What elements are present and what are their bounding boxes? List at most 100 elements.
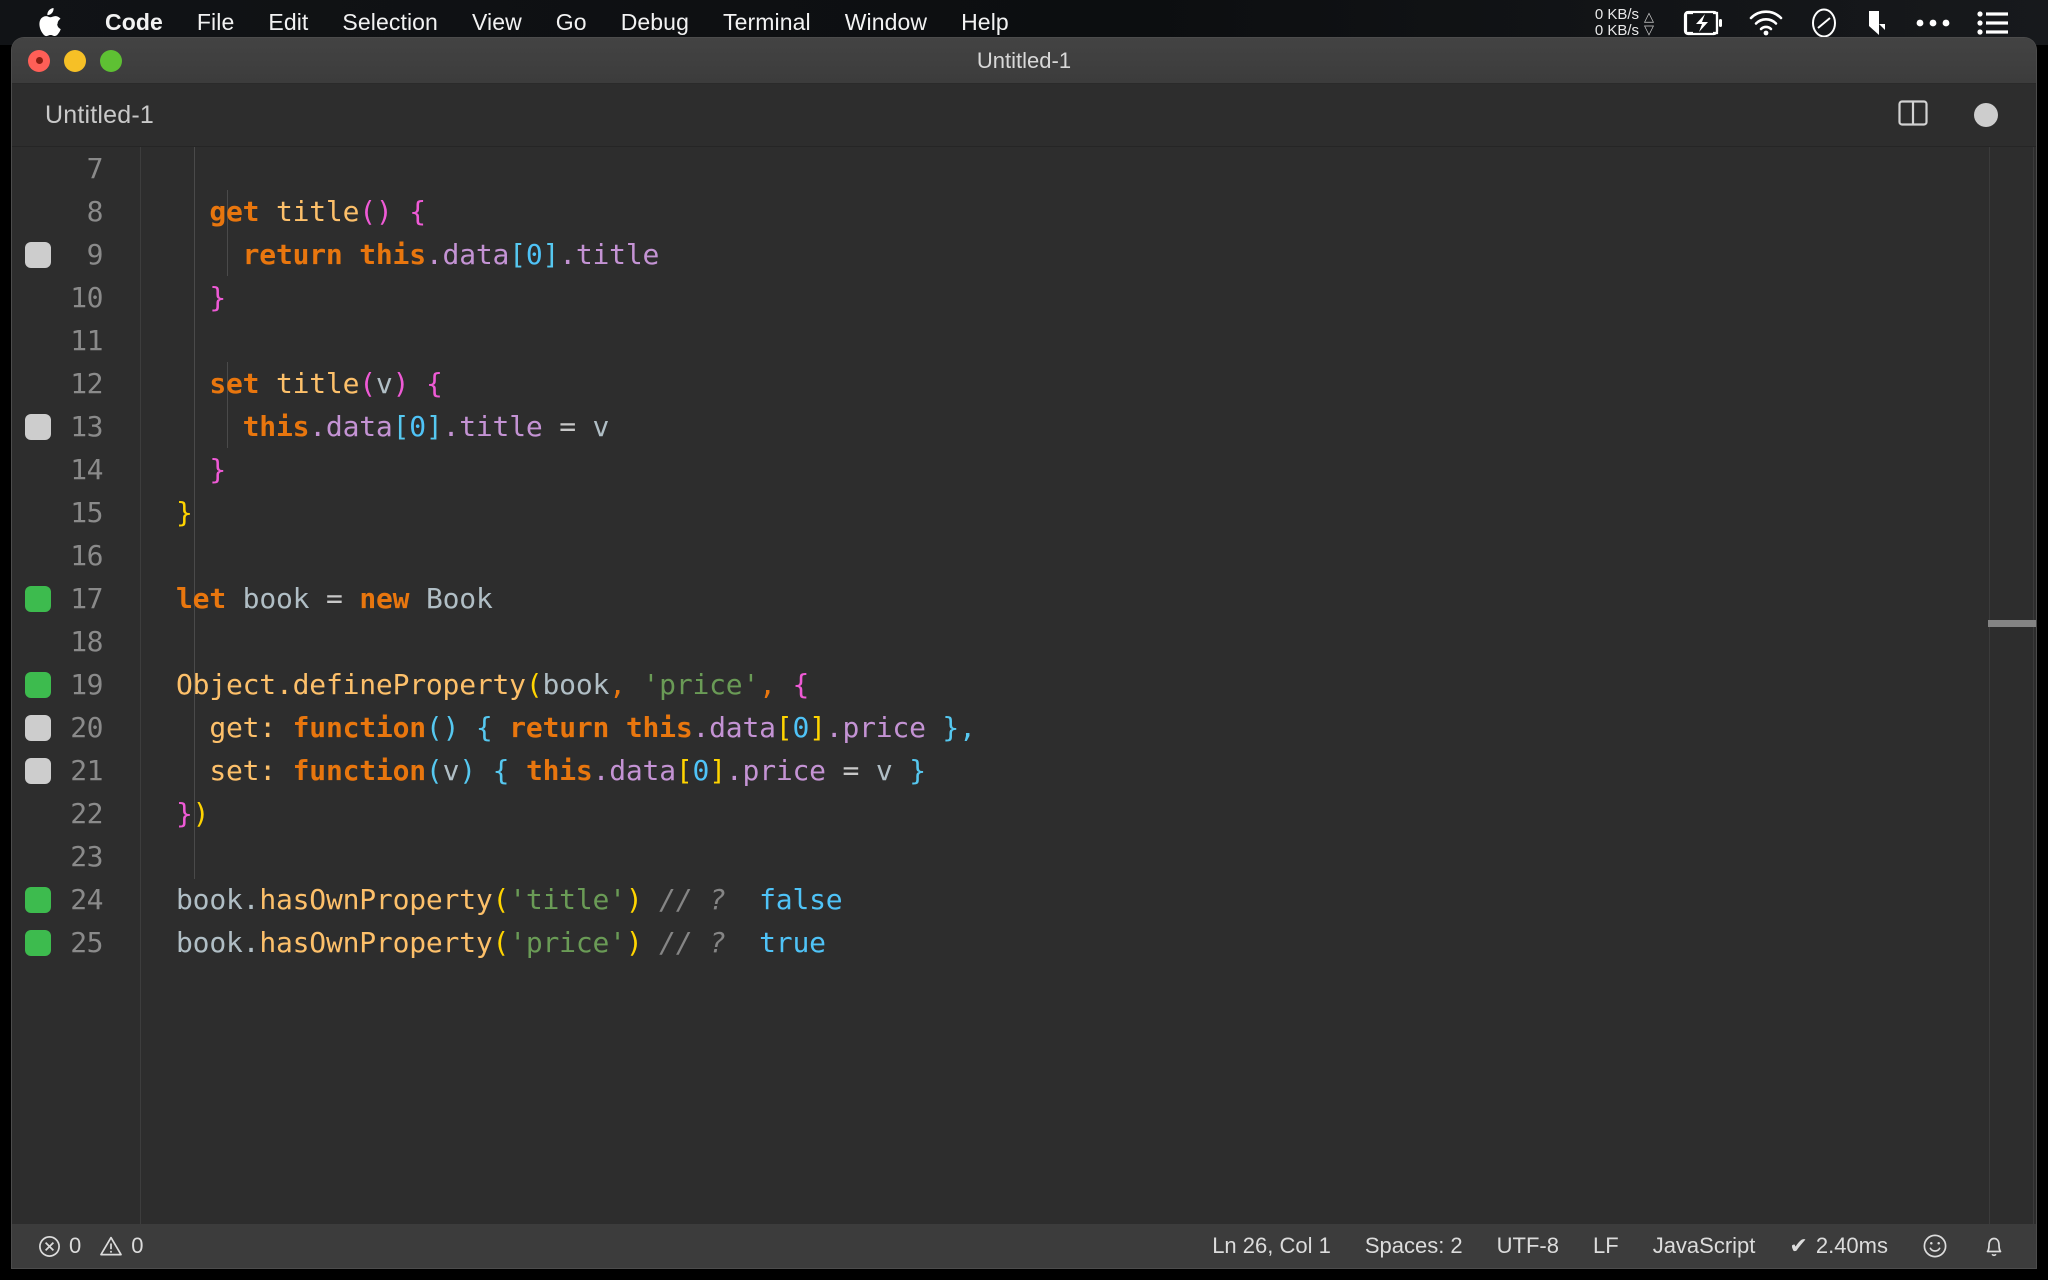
line-content: this.data[0].title = v xyxy=(176,410,610,443)
quokka-runtime-status[interactable]: ✔ 2.40ms xyxy=(1789,1233,1888,1259)
tab-untitled-1[interactable]: Untitled-1 xyxy=(12,101,154,130)
line-content: let book = new Book xyxy=(176,582,493,615)
code-line[interactable]: 11 xyxy=(12,319,2036,362)
menu-item-go[interactable]: Go xyxy=(539,9,604,36)
status-bar-left: 0 0 xyxy=(12,1233,144,1259)
zoom-button[interactable] xyxy=(100,49,122,72)
line-content: book.hasOwnProperty('price') // ? true xyxy=(176,926,826,959)
gutter-marker-added[interactable] xyxy=(25,886,51,913)
dropbox-icon[interactable] xyxy=(1865,8,1889,38)
gutter-marker-added[interactable] xyxy=(25,929,51,956)
line-content: return this.data[0].title xyxy=(176,238,660,271)
code-line[interactable]: 8 get title() { xyxy=(12,190,2036,233)
network-download-speed: 0 KB/s xyxy=(1594,21,1639,39)
line-number: 14 xyxy=(70,453,103,486)
do-not-disturb-icon[interactable] xyxy=(1809,8,1839,38)
code-line[interactable]: 9 return this.data[0].title xyxy=(12,233,2036,276)
menu-item-view[interactable]: View xyxy=(455,9,539,36)
line-content: set: function(v) { this.data[0].price = … xyxy=(176,754,926,787)
list-icon[interactable] xyxy=(1977,10,2009,35)
cursor-position[interactable]: Ln 26, Col 1 xyxy=(1212,1233,1331,1259)
encoding-setting[interactable]: UTF-8 xyxy=(1497,1233,1559,1259)
editor-tabstrip: Untitled-1 xyxy=(12,84,2036,147)
line-number: 7 xyxy=(86,152,104,185)
gutter-marker-added[interactable] xyxy=(25,585,51,612)
line-number: 22 xyxy=(70,797,103,830)
status-bar-right: Ln 26, Col 1 Spaces: 2 UTF-8 LF JavaScri… xyxy=(1212,1233,2036,1259)
gutter-marker-added[interactable] xyxy=(25,671,51,698)
line-content: } xyxy=(209,281,226,314)
vscode-window: Untitled-1 Untitled-1 7 8 get title() {… xyxy=(12,38,2036,1268)
bell-icon[interactable] xyxy=(1982,1233,2006,1259)
menu-item-debug[interactable]: Debug xyxy=(604,9,706,36)
wifi-icon[interactable] xyxy=(1749,9,1783,36)
code-line[interactable]: 17 let book = new Book xyxy=(12,577,2036,620)
code-line[interactable]: 16 xyxy=(12,534,2036,577)
code-line[interactable]: 12 set title(v) { xyxy=(12,362,2036,405)
line-number: 16 xyxy=(70,539,103,572)
line-content: Object.defineProperty(book, 'price', { xyxy=(176,668,810,701)
code-line[interactable]: 15 } xyxy=(12,491,2036,534)
network-upload-speed: 0 KB/s xyxy=(1594,5,1639,23)
status-bar: 0 0 Ln 26, Col 1 Spaces: 2 UTF-8 LF Java… xyxy=(12,1224,2036,1268)
code-line[interactable]: 20 get: function() { return this.data[0]… xyxy=(12,706,2036,749)
apple-logo-icon[interactable] xyxy=(36,7,62,38)
problems-status[interactable]: 0 0 xyxy=(38,1233,144,1259)
code-lines[interactable]: 7 8 get title() { 9 return this.data[0].… xyxy=(12,147,2036,1224)
line-number: 23 xyxy=(70,840,103,873)
download-arrow-icon: ▽ xyxy=(1644,21,1654,37)
smiley-icon[interactable] xyxy=(1922,1233,1948,1259)
code-line[interactable]: 24 book.hasOwnProperty('title') // ? fal… xyxy=(12,878,2036,921)
menu-item-edit[interactable]: Edit xyxy=(251,9,325,36)
line-content: }) xyxy=(176,797,210,830)
gutter-marker-modified[interactable] xyxy=(25,757,51,784)
code-line[interactable]: 25 book.hasOwnProperty('price') // ? tru… xyxy=(12,921,2036,964)
line-number: 11 xyxy=(70,324,103,357)
code-line[interactable]: 21 set: function(v) { this.data[0].price… xyxy=(12,749,2036,792)
network-speed-indicator[interactable]: 0 KB/s 0 KB/s △ ▽ xyxy=(1594,5,1654,39)
runtime-duration: 2.40ms xyxy=(1815,1233,1888,1258)
menu-item-selection[interactable]: Selection xyxy=(325,9,455,36)
line-number: 15 xyxy=(70,496,103,529)
code-line[interactable]: 13 this.data[0].title = v xyxy=(12,405,2036,448)
line-number: 12 xyxy=(70,367,103,400)
close-button[interactable] xyxy=(28,49,50,72)
menu-item-code[interactable]: Code xyxy=(88,9,180,36)
code-line[interactable]: 23 xyxy=(12,835,2036,878)
code-line[interactable]: 10 } xyxy=(12,276,2036,319)
code-line[interactable]: 7 xyxy=(12,147,2036,190)
menu-item-window[interactable]: Window xyxy=(828,9,944,36)
minimize-button[interactable] xyxy=(64,49,86,72)
line-content: get: function() { return this.data[0].pr… xyxy=(176,711,976,744)
language-mode[interactable]: JavaScript xyxy=(1653,1233,1756,1259)
code-line[interactable]: 22 }) xyxy=(12,792,2036,835)
warning-count: 0 xyxy=(131,1233,144,1258)
ellipsis-icon[interactable] xyxy=(1915,17,1951,29)
menu-item-help[interactable]: Help xyxy=(944,9,1026,36)
gutter-marker-modified[interactable] xyxy=(25,714,51,741)
upload-arrow-icon: △ xyxy=(1644,8,1654,24)
battery-charging-icon[interactable] xyxy=(1683,10,1723,36)
menu-item-file[interactable]: File xyxy=(180,9,251,36)
line-content: get title() { xyxy=(176,195,426,228)
gutter-marker-modified[interactable] xyxy=(25,413,51,440)
code-editor[interactable]: 7 8 get title() { 9 return this.data[0].… xyxy=(12,147,2036,1224)
window-title: Untitled-1 xyxy=(976,47,1072,73)
code-line[interactable]: 14 } xyxy=(12,448,2036,491)
line-number: 10 xyxy=(70,281,103,314)
code-line[interactable]: 19 Object.defineProperty(book, 'price', … xyxy=(12,663,2036,706)
warning-triangle-icon xyxy=(99,1235,123,1258)
indentation-setting[interactable]: Spaces: 2 xyxy=(1365,1233,1463,1259)
line-content: } xyxy=(209,453,226,486)
line-content: } xyxy=(176,496,193,529)
line-content: set title(v) { xyxy=(176,367,443,400)
traffic-lights xyxy=(12,49,122,72)
split-editor-icon[interactable] xyxy=(1896,96,1930,135)
error-circle-icon xyxy=(38,1235,61,1258)
gutter-marker-modified[interactable] xyxy=(25,241,51,268)
eol-setting[interactable]: LF xyxy=(1593,1233,1619,1259)
code-line[interactable]: 18 xyxy=(12,620,2036,663)
check-icon: ✔ xyxy=(1789,1233,1808,1258)
unsaved-dot[interactable] xyxy=(1974,103,1998,127)
menu-item-terminal[interactable]: Terminal xyxy=(706,9,828,36)
